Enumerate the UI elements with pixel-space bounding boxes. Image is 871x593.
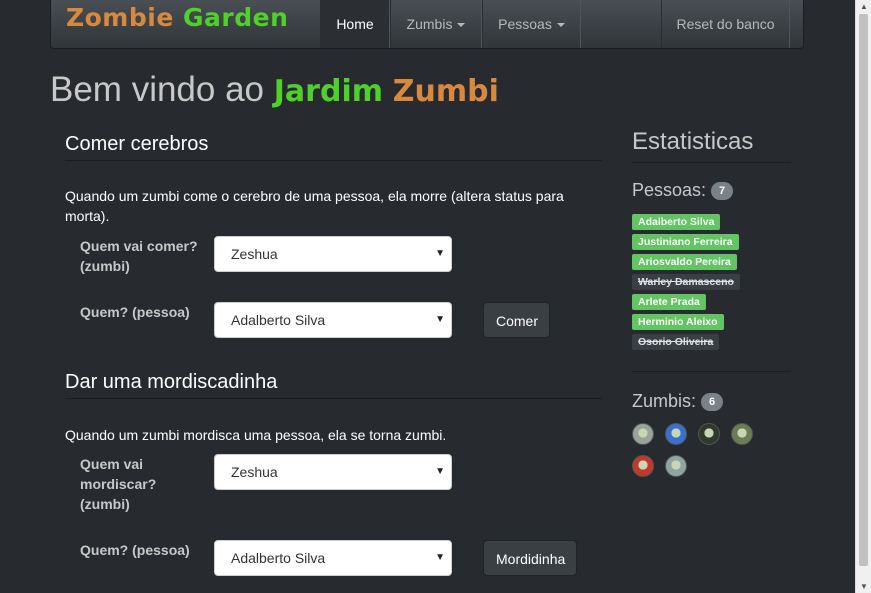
bite-zombie-label: Quem vai mordiscar? (zumbi) (80, 456, 157, 512)
section-bite-title: Dar uma mordiscadinha (65, 371, 602, 399)
page-title: Bem vindo ao Jardim Zumbi (50, 70, 499, 110)
zombie-avatar-icon[interactable] (731, 423, 753, 445)
people-count-badge: 7 (711, 182, 734, 201)
zombies-label: Zumbis: (632, 391, 697, 411)
bite-person-label: Quem? (pessoa) (80, 542, 190, 558)
caret-down-icon (457, 23, 466, 28)
navbar: Zombie Garden Home Zumbis Pessoas Reset … (50, 0, 804, 49)
nav-home[interactable]: Home (320, 0, 390, 48)
zombies-heading: Zumbis: 6 (632, 391, 724, 412)
person-tag[interactable]: Osorio Oliveira (632, 334, 720, 350)
nav-home-label: Home (336, 16, 374, 32)
select-arrow-icon: ▼ (435, 314, 445, 325)
eat-zombie-selected: Zeshua (231, 246, 278, 262)
bite-person-select[interactable]: Adalberto Silva ▼ (214, 540, 452, 576)
brand-logo[interactable]: Zombie Garden (66, 0, 288, 36)
zombie-avatar-icon[interactable] (665, 423, 687, 445)
eat-person-label: Quem? (pessoa) (80, 304, 190, 320)
person-tag[interactable]: Arlete Prada (632, 294, 706, 310)
eat-button[interactable]: Comer (483, 302, 550, 338)
zombie-avatar-icon[interactable] (698, 423, 720, 445)
nav-zumbis-dropdown[interactable]: Zumbis (390, 0, 482, 48)
bite-person-selected: Adalberto Silva (231, 550, 326, 566)
zombies-count-badge: 6 (701, 393, 724, 412)
section-bite-description: Quando um zumbi mordisca uma pessoa, ela… (65, 427, 447, 443)
person-tag[interactable]: Ariosvaldo Pereira (632, 254, 737, 270)
person-tag[interactable]: Herminio Aleixo (632, 314, 724, 330)
stats-title: Estatisticas (632, 128, 791, 163)
person-tag[interactable]: Warley Damasceno (632, 274, 740, 290)
scroll-down-arrow-icon[interactable]: ▼ (860, 582, 868, 591)
select-arrow-icon: ▼ (435, 466, 445, 477)
eat-zombie-select[interactable]: Zeshua ▼ (214, 236, 452, 272)
scroll-up-arrow-icon[interactable]: ▲ (860, 2, 868, 11)
brand-word-2: Garden (183, 3, 289, 32)
bite-zombie-select[interactable]: Zeshua ▼ (214, 454, 452, 490)
sidebar-divider (632, 371, 791, 372)
brand-word-1: Zombie (66, 3, 174, 32)
zombie-avatar-icon[interactable] (632, 455, 654, 477)
nav-pessoas-dropdown[interactable]: Pessoas (482, 0, 581, 48)
title-word-zumbi: Zumbi (392, 74, 499, 109)
person-tag[interactable]: Justiniano Ferreira (632, 234, 739, 250)
nav-reset-db[interactable]: Reset do banco (661, 0, 790, 48)
zombie-avatar-icon[interactable] (665, 455, 687, 477)
title-word-jardim: Jardim (273, 74, 383, 109)
nav-reset-label: Reset do banco (676, 16, 775, 32)
page-scrollbar[interactable]: ▲ ▼ (855, 0, 871, 593)
eat-person-select[interactable]: Adalberto Silva ▼ (214, 302, 452, 338)
bite-zombie-selected: Zeshua (231, 464, 278, 480)
eat-person-selected: Adalberto Silva (231, 312, 326, 328)
people-heading: Pessoas: 7 (632, 180, 734, 201)
nav-zumbis-label: Zumbis (406, 16, 453, 32)
bite-button[interactable]: Mordidinha (483, 540, 577, 576)
scrollbar-thumb[interactable] (859, 14, 868, 566)
people-list: Adalberto Silva Justiniano Ferreira Ario… (632, 214, 740, 354)
select-arrow-icon: ▼ (435, 248, 445, 259)
zombie-avatar-list (632, 423, 772, 487)
nav-pessoas-label: Pessoas (498, 16, 552, 32)
section-eat-description: Quando um zumbi come o cerebro de uma pe… (65, 188, 564, 224)
section-eat-title: Comer cerebros (65, 133, 602, 161)
title-prefix: Bem vindo ao (50, 70, 265, 109)
select-arrow-icon: ▼ (435, 552, 445, 563)
person-tag[interactable]: Adalberto Silva (632, 214, 721, 230)
eat-zombie-label: Quem vai comer? (zumbi) (80, 238, 198, 274)
people-label: Pessoas: (632, 180, 707, 200)
caret-down-icon (556, 23, 565, 28)
zombie-avatar-icon[interactable] (632, 423, 654, 445)
